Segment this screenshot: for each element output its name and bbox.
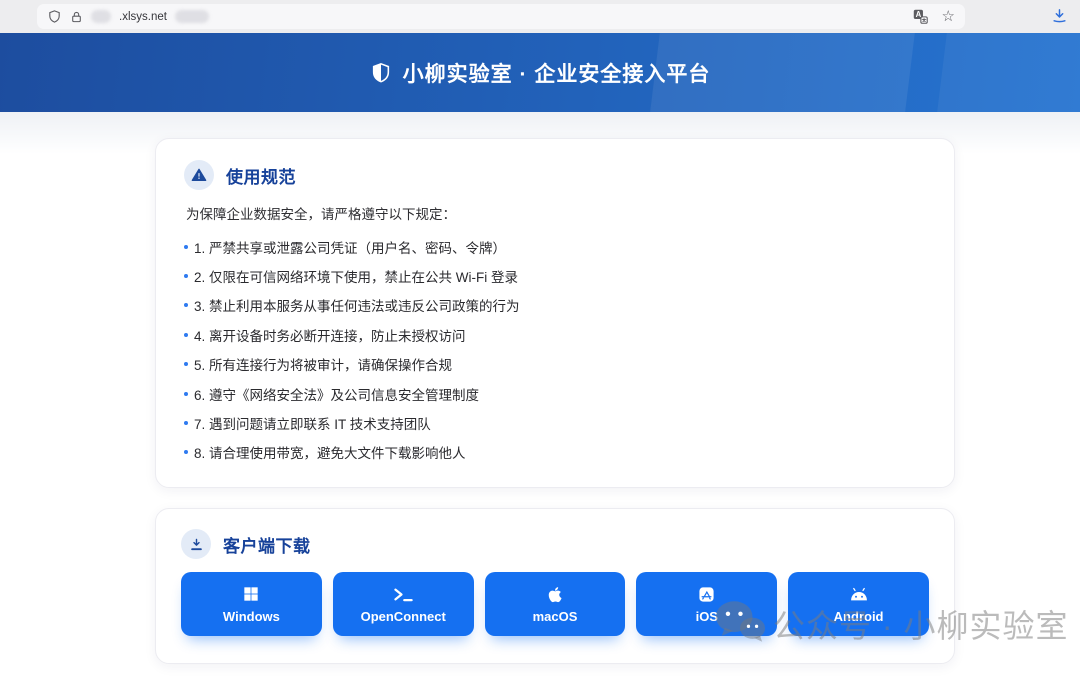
bullet-dot xyxy=(184,333,188,337)
downloads-card-header: 客户端下载 xyxy=(181,529,929,559)
bullet-dot xyxy=(184,392,188,396)
download-button-ios[interactable]: iOS xyxy=(636,572,777,636)
bookmark-star-icon[interactable]: ☆ xyxy=(942,9,955,24)
download-button-label: iOS xyxy=(696,609,718,624)
rules-card-title: 使用规范 xyxy=(226,163,296,188)
shield-logo-icon xyxy=(370,62,392,84)
rule-text: 4. 离开设备时务必断开连接，防止未授权访问 xyxy=(194,325,466,345)
download-button-label: Android xyxy=(834,609,884,624)
rule-text: 8. 请合理使用带宽，避免大文件下载影响他人 xyxy=(194,442,466,462)
urlbar-actions: A ☆ xyxy=(912,8,955,25)
app-store-icon xyxy=(698,584,715,604)
download-button-macos[interactable]: macOS xyxy=(485,572,626,636)
download-button-label: macOS xyxy=(533,609,578,624)
browser-toolbar: .xlsys.net A ☆ xyxy=(0,0,1080,33)
rules-list: 1. 严禁共享或泄露公司凭证（用户名、密码、令牌） 2. 仅限在可信网络环境下使… xyxy=(184,232,926,467)
rule-item: 2. 仅限在可信网络环境下使用，禁止在公共 Wi-Fi 登录 xyxy=(184,261,926,290)
rule-item: 6. 遵守《网络安全法》及公司信息安全管理制度 xyxy=(184,379,926,408)
download-button-label: OpenConnect xyxy=(361,609,446,624)
rule-item: 8. 请合理使用带宽，避免大文件下载影响他人 xyxy=(184,438,926,467)
bullet-dot xyxy=(184,303,188,307)
bullet-dot xyxy=(184,421,188,425)
rule-item: 4. 离开设备时务必断开连接，防止未授权访问 xyxy=(184,320,926,349)
bullet-dot xyxy=(184,362,188,366)
rule-item: 7. 遇到问题请立即联系 IT 技术支持团队 xyxy=(184,408,926,437)
warning-icon-circle xyxy=(184,160,214,190)
download-icon xyxy=(189,537,204,552)
download-button-openconnect[interactable]: OpenConnect xyxy=(333,572,474,636)
rules-card-header: 使用规范 xyxy=(184,160,926,190)
rule-item: 1. 严禁共享或泄露公司凭证（用户名、密码、令牌） xyxy=(184,232,926,261)
download-button-windows[interactable]: Windows xyxy=(181,572,322,636)
bullet-dot xyxy=(184,274,188,278)
rule-item: 5. 所有连接行为将被审计，请确保操作合规 xyxy=(184,350,926,379)
rule-text: 1. 严禁共享或泄露公司凭证（用户名、密码、令牌） xyxy=(194,237,506,257)
shield-permissions-icon[interactable] xyxy=(47,9,62,24)
download-icon-circle xyxy=(181,529,211,559)
bullet-dot xyxy=(184,245,188,249)
rules-intro: 为保障企业数据安全，请严格遵守以下规定： xyxy=(186,203,926,223)
rule-text: 6. 遵守《网络安全法》及公司信息安全管理制度 xyxy=(194,384,479,404)
url-text: .xlsys.net xyxy=(119,11,167,23)
rule-text: 2. 仅限在可信网络环境下使用，禁止在公共 Wi-Fi 登录 xyxy=(194,266,518,286)
downloads-card-title: 客户端下载 xyxy=(223,532,311,557)
client-downloads-card: 客户端下载 Windows xyxy=(155,508,955,664)
rule-text: 5. 所有连接行为将被审计，请确保操作合规 xyxy=(194,354,452,374)
redacted-url-prefix xyxy=(91,10,111,23)
rule-text: 3. 禁止利用本服务从事任何违法或违反公司政策的行为 xyxy=(194,295,520,315)
download-buttons-row: Windows OpenConnect xyxy=(181,572,929,636)
translate-icon[interactable]: A xyxy=(912,8,929,25)
download-button-android[interactable]: Android xyxy=(788,572,929,636)
lock-icon[interactable] xyxy=(70,10,83,24)
bullet-dot xyxy=(184,450,188,454)
terminal-icon xyxy=(393,584,414,604)
android-robot-icon xyxy=(849,584,869,604)
downloads-icon[interactable] xyxy=(1051,7,1068,24)
warning-triangle-icon xyxy=(191,167,207,183)
app-header: 小柳实验室 · 企业安全接入平台 xyxy=(0,33,1080,112)
download-button-label: Windows xyxy=(223,609,280,624)
url-bar[interactable]: .xlsys.net A ☆ xyxy=(37,4,965,29)
usage-rules-card: 使用规范 为保障企业数据安全，请严格遵守以下规定： 1. 严禁共享或泄露公司凭证… xyxy=(155,138,955,488)
main-content: 使用规范 为保障企业数据安全，请严格遵守以下规定： 1. 严禁共享或泄露公司凭证… xyxy=(0,112,1080,678)
page: .xlsys.net A ☆ xyxy=(0,0,1080,678)
rule-item: 3. 禁止利用本服务从事任何违法或违反公司政策的行为 xyxy=(184,291,926,320)
rule-text: 7. 遇到问题请立即联系 IT 技术支持团队 xyxy=(194,413,431,433)
banner-stripe xyxy=(936,33,1080,112)
page-title: 小柳实验室 · 企业安全接入平台 xyxy=(403,58,711,88)
windows-logo-icon xyxy=(243,584,259,604)
redacted-url-suffix xyxy=(175,10,209,23)
apple-logo-icon xyxy=(548,584,562,604)
